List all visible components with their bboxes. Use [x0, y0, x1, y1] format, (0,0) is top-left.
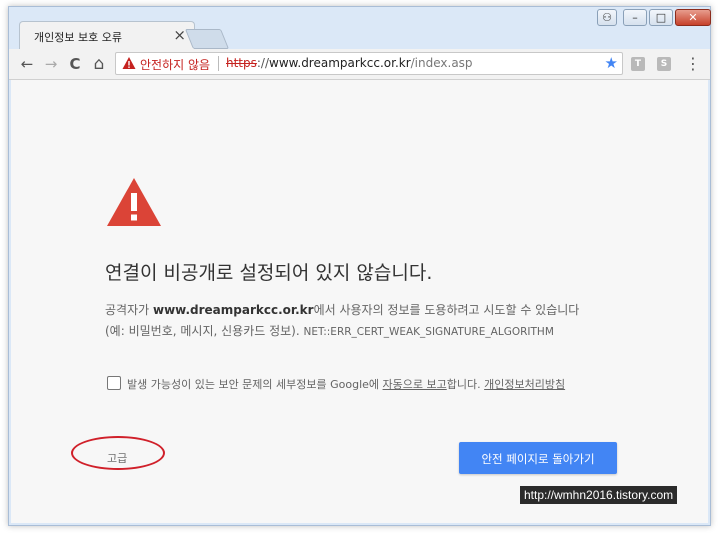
tab-title: 개인정보 보호 오류 — [34, 31, 122, 44]
browser-window: 개인정보 보호 오류 × ⚇ – □ ✕ ← → C ⌂ 안전하지 않음 htt… — [8, 6, 711, 526]
page-heading: 연결이 비공개로 설정되어 있지 않습니다. — [105, 262, 433, 284]
menu-icon[interactable]: ⋮ — [685, 54, 701, 74]
annotation-circle — [71, 436, 165, 470]
maximize-button[interactable]: □ — [649, 9, 673, 26]
privacy-policy-link[interactable]: 개인정보처리방침 — [484, 378, 565, 391]
back-arrow-icon[interactable]: ← — [17, 54, 37, 74]
forward-arrow-icon[interactable]: → — [41, 54, 61, 74]
warning-triangle-icon[interactable] — [122, 56, 136, 70]
large-warning-icon — [107, 178, 161, 226]
extension-t-icon[interactable]: T — [631, 57, 645, 71]
url-text[interactable]: https://www.dreamparkcc.or.kr/index.asp — [226, 56, 473, 70]
user-icon: ⚇ — [602, 11, 612, 24]
browser-toolbar: ← → C ⌂ 안전하지 않음 https://www.dreamparkcc.… — [9, 49, 710, 80]
extension-s-icon[interactable]: S — [657, 57, 671, 71]
desc-line2: (예: 비밀번호, 메시지, 신용카드 정보). — [105, 324, 304, 338]
new-tab-button[interactable] — [184, 29, 230, 49]
tab-close-icon[interactable]: × — [173, 26, 186, 44]
address-bar[interactable]: 안전하지 않음 https://www.dreamparkcc.or.kr/in… — [115, 52, 623, 75]
desc-suffix: 에서 사용자의 정보를 도용하려고 시도할 수 있습니다 — [313, 303, 580, 317]
url-scheme: https — [226, 56, 257, 70]
security-status-label[interactable]: 안전하지 않음 — [140, 56, 210, 73]
close-window-button[interactable]: ✕ — [675, 9, 711, 26]
bookmark-star-icon[interactable]: ★ — [605, 54, 618, 72]
report-checkbox[interactable] — [107, 376, 121, 390]
desc-prefix: 공격자가 — [105, 303, 153, 317]
error-code[interactable]: NET::ERR_CERT_WEAK_SIGNATURE_ALGORITHM — [303, 326, 553, 338]
tab-privacy-error[interactable]: 개인정보 보호 오류 × — [19, 21, 195, 49]
report-checkbox-label: 발생 가능성이 있는 보안 문제의 세부정보를 Google에 자동으로 보고합… — [127, 376, 565, 392]
desc-host: www.dreamparkcc.or.kr — [152, 303, 314, 317]
back-to-safety-button[interactable]: 안전 페이지로 돌아가기 — [459, 442, 617, 474]
minimize-icon: – — [632, 11, 638, 24]
title-bar: 개인정보 보호 오류 × ⚇ – □ ✕ — [9, 7, 711, 49]
close-icon: ✕ — [688, 11, 698, 24]
maximize-icon: □ — [655, 11, 667, 24]
url-host: www.dreamparkcc.or.kr — [269, 56, 411, 70]
minimize-button[interactable]: – — [623, 9, 647, 26]
home-icon[interactable]: ⌂ — [89, 54, 109, 74]
watermark-url: http://wmhn2016.tistory.com — [520, 486, 678, 504]
address-separator — [218, 56, 219, 71]
checkbox-text-mid: 합니다. — [446, 378, 485, 391]
auto-report-link[interactable]: 자동으로 보고 — [383, 378, 447, 391]
interstitial-page: 연결이 비공개로 설정되어 있지 않습니다. 공격자가 www.dreampar… — [11, 80, 708, 523]
checkbox-text-prefix: 발생 가능성이 있는 보안 문제의 세부정보를 Google에 — [127, 378, 383, 391]
url-path: /index.asp — [410, 56, 473, 70]
url-separator: :// — [256, 56, 270, 70]
error-description: 공격자가 www.dreamparkcc.or.kr에서 사용자의 정보를 도용… — [105, 300, 625, 343]
user-profile-button[interactable]: ⚇ — [597, 9, 617, 26]
reload-icon[interactable]: C — [65, 54, 85, 74]
